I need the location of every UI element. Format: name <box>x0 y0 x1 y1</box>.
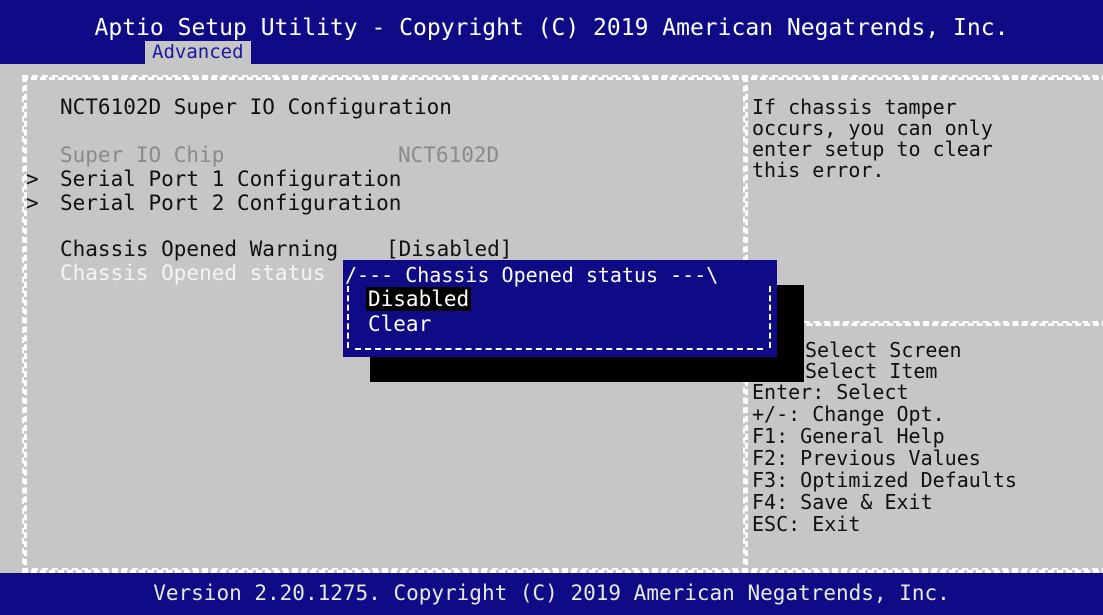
options-popup: /--- Chassis Opened status ---\ Disabled… <box>343 260 777 357</box>
page-title: NCT6102D Super IO Configuration <box>60 95 452 119</box>
key-legend-item: Select Item <box>805 359 938 383</box>
popup-border-left <box>347 286 349 348</box>
chassis-status-label[interactable]: Chassis Opened status <box>60 261 326 285</box>
super-io-chip-value: NCT6102D <box>398 143 500 167</box>
key-legend-item: F3: Optimized Defaults <box>752 468 1017 492</box>
submenu-arrow-icon: > <box>26 167 39 191</box>
key-legend-item: F1: General Help <box>752 424 945 448</box>
key-legend-item: ESC: Exit <box>752 512 861 536</box>
footer-text: Version 2.20.1275. Copyright (C) 2019 Am… <box>153 581 950 605</box>
submenu-label: Serial Port 2 Configuration <box>60 191 402 215</box>
help-description: If chassis tamper occurs, you can only e… <box>752 95 993 182</box>
chassis-warning-label: Chassis Opened Warning <box>60 237 339 261</box>
popup-title: /--- Chassis Opened status ---\ <box>345 263 719 287</box>
option-clear[interactable]: Clear <box>368 312 431 336</box>
frame-left <box>22 76 27 574</box>
popup-border-bottom <box>355 348 763 350</box>
app-title: Aptio Setup Utility - Copyright (C) 2019… <box>94 15 1009 41</box>
footer-bar: Version 2.20.1275. Copyright (C) 2019 Am… <box>0 573 1103 615</box>
super-io-chip-label: Super IO Chip <box>60 143 225 167</box>
submenu-label: Serial Port 1 Configuration <box>60 167 402 191</box>
submenu-arrow-icon: > <box>26 191 39 215</box>
key-legend-item: Select Screen <box>805 338 962 362</box>
key-legend-item: F2: Previous Values <box>752 446 981 470</box>
key-legend-item: Enter: Select <box>752 380 909 404</box>
chassis-warning-value[interactable]: [Disabled] <box>386 237 512 261</box>
key-legend-item: +/-: Change Opt. <box>752 402 945 426</box>
popup-border-right <box>769 286 771 348</box>
option-disabled[interactable]: Disabled <box>366 287 472 311</box>
title-bar: Aptio Setup Utility - Copyright (C) 2019… <box>0 0 1103 64</box>
key-legend-item: F4: Save & Exit <box>752 490 933 514</box>
bios-screen: Aptio Setup Utility - Copyright (C) 2019… <box>0 0 1103 615</box>
tab-advanced[interactable]: Advanced <box>145 41 251 64</box>
frame-top <box>22 75 1103 80</box>
